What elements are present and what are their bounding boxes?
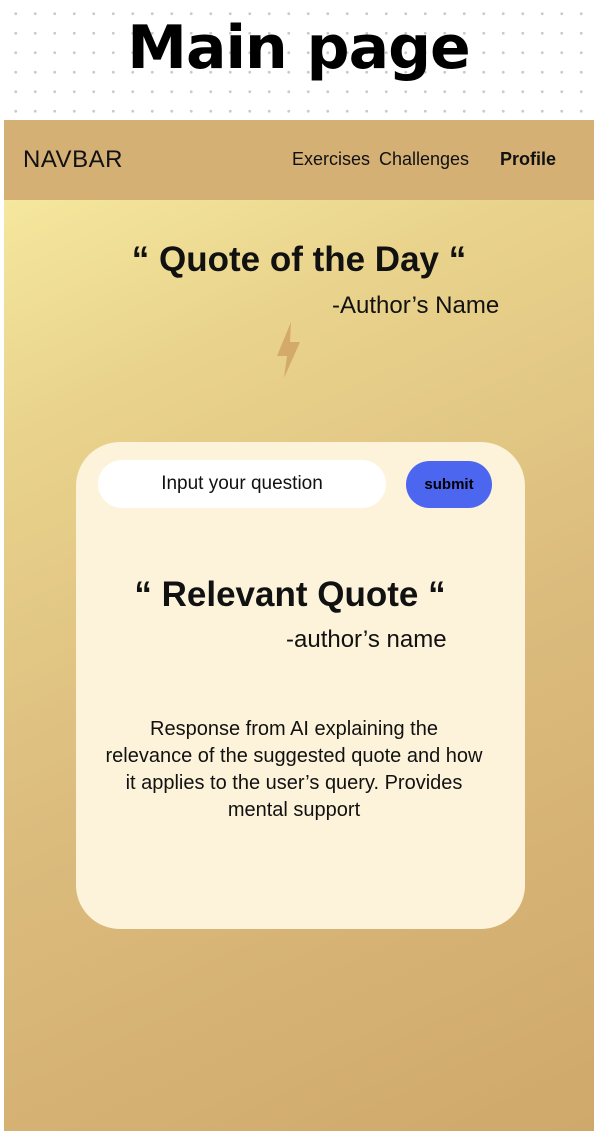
relevant-quote: “ Relevant Quote “ bbox=[134, 575, 446, 614]
nav-link-challenges[interactable]: Challenges bbox=[379, 149, 469, 170]
submit-button[interactable]: submit bbox=[406, 461, 492, 508]
quote-of-the-day: “ Quote of the Day “ bbox=[131, 240, 467, 279]
nav-link-profile[interactable]: Profile bbox=[500, 149, 556, 170]
quote-of-the-day-author: -Author’s Name bbox=[332, 292, 500, 319]
question-card: submit “ Relevant Quote “ -author’s name… bbox=[76, 442, 525, 929]
page-title: Main page bbox=[127, 13, 470, 83]
navbar-brand[interactable]: NAVBAR bbox=[23, 146, 123, 174]
relevant-quote-author: -author’s name bbox=[286, 626, 447, 653]
phone-screen: NAVBAR Exercises Challenges Profile “ Qu… bbox=[4, 120, 594, 1131]
ai-response-text: Response from AI explaining the relevanc… bbox=[105, 718, 483, 821]
lightning-bolt-icon bbox=[277, 322, 300, 378]
navbar: NAVBAR Exercises Challenges Profile bbox=[4, 120, 594, 200]
nav-link-exercises[interactable]: Exercises bbox=[292, 149, 370, 170]
question-input[interactable] bbox=[98, 460, 386, 508]
